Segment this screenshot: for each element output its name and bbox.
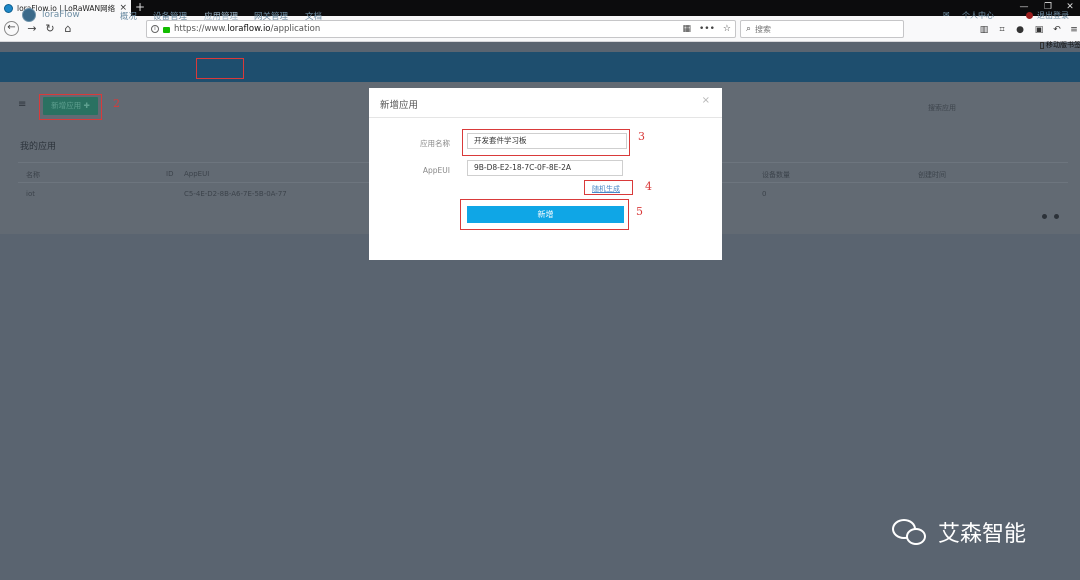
mobile-device-icon bbox=[1040, 41, 1044, 49]
appeui-input[interactable]: 9B-D8-E2-18-7C-0F-8E-2A bbox=[467, 160, 623, 176]
app-header bbox=[0, 52, 1080, 82]
annotation-box-name bbox=[462, 129, 630, 156]
dialog-header: 新增应用 × bbox=[369, 88, 722, 118]
user-menu[interactable]: 个人中心 bbox=[962, 10, 994, 21]
bookmark-star-icon[interactable]: ☆ bbox=[723, 24, 731, 34]
nav-devices[interactable]: 设备管理 bbox=[153, 10, 187, 22]
annotation-number: 5 bbox=[636, 205, 643, 218]
table-cell: C5-4E-D2-8B-A6-7E-5B-0A-77 bbox=[184, 190, 287, 198]
mobile-bookmarks[interactable]: 移动版书签 bbox=[1040, 40, 1080, 50]
nav-gateways[interactable]: 网关管理 bbox=[254, 10, 288, 22]
table-cell: 0 bbox=[762, 190, 767, 198]
more-actions-icon[interactable]: ••• bbox=[699, 24, 715, 34]
qr-code-icon[interactable]: ▦ bbox=[682, 24, 691, 34]
chat-bubble-icon[interactable]: ● bbox=[1014, 24, 1026, 36]
close-icon[interactable]: × bbox=[702, 95, 710, 106]
back-arrow-icon[interactable]: ← bbox=[4, 21, 19, 36]
app-search-input[interactable]: 搜索应用 bbox=[928, 103, 956, 113]
browser-search-bar[interactable]: ⌕ bbox=[740, 20, 904, 38]
wechat-icon bbox=[892, 517, 930, 547]
annotation-number: 2 bbox=[113, 97, 120, 110]
app-brand: loraFlow bbox=[42, 10, 80, 20]
browser-search-input[interactable] bbox=[755, 24, 886, 34]
lock-icon bbox=[163, 27, 170, 33]
info-icon[interactable]: i bbox=[151, 25, 159, 33]
table-header: 名称 bbox=[26, 171, 40, 179]
dialog-title: 新增应用 bbox=[380, 100, 419, 111]
site-favicon-icon bbox=[4, 3, 13, 13]
table-cell[interactable]: iot bbox=[26, 190, 35, 198]
logout-icon[interactable] bbox=[1026, 12, 1033, 19]
annotation-number: 3 bbox=[638, 130, 645, 143]
undo-icon[interactable]: ↶ bbox=[1051, 24, 1063, 36]
table-header: 设备数量 bbox=[762, 171, 790, 179]
new-application-dialog: 新增应用 × 应用名称 开发套件学习板 AppEUI 9B-D8-E2-18-7… bbox=[369, 88, 722, 260]
section-title: 我的应用 bbox=[20, 142, 57, 152]
annotation-box-nav bbox=[196, 58, 244, 79]
menu-icon[interactable]: ≡ bbox=[1068, 24, 1080, 36]
watermark-text: 艾森智能 bbox=[938, 522, 1027, 547]
pagination-dots[interactable] bbox=[1042, 214, 1059, 219]
address-bar[interactable]: i https://www.loraflow.io/application ▦ … bbox=[146, 20, 736, 38]
home-icon[interactable]: ⌂ bbox=[60, 21, 76, 37]
reload-icon[interactable]: ↻ bbox=[42, 21, 58, 37]
search-icon: ⌕ bbox=[746, 24, 752, 34]
app-name-label: 应用名称 bbox=[420, 139, 450, 148]
table-header: ID bbox=[166, 170, 174, 178]
library-icon[interactable]: ▥ bbox=[978, 24, 990, 36]
annotation-number: 4 bbox=[645, 180, 652, 193]
sidebar-icon[interactable]: ▣ bbox=[1033, 24, 1045, 36]
annotation-box-new-app bbox=[39, 94, 102, 120]
messages-icon[interactable]: ✉ bbox=[943, 10, 950, 19]
nav-overview[interactable]: 概况 bbox=[120, 10, 137, 22]
forward-arrow-icon[interactable]: → bbox=[24, 21, 40, 37]
appeui-label: AppEUI bbox=[422, 166, 450, 175]
url-text[interactable]: https://www.loraflow.io/application bbox=[174, 24, 678, 34]
nav-docs[interactable]: 文档 bbox=[305, 10, 322, 22]
app-logo-icon bbox=[22, 8, 36, 22]
hamburger-menu-icon[interactable]: ≡ bbox=[18, 100, 28, 110]
table-header: AppEUI bbox=[184, 170, 210, 178]
nav-applications[interactable]: 应用管理 bbox=[204, 10, 238, 22]
table-header: 创建时间 bbox=[918, 171, 946, 179]
watermark: 艾森智能 bbox=[892, 516, 1026, 548]
crop-screenshot-icon[interactable]: ⌗ bbox=[996, 24, 1008, 36]
annotation-box-create bbox=[460, 199, 629, 230]
annotation-box-random bbox=[584, 180, 633, 195]
logout-link[interactable]: 退出登录 bbox=[1037, 10, 1069, 21]
